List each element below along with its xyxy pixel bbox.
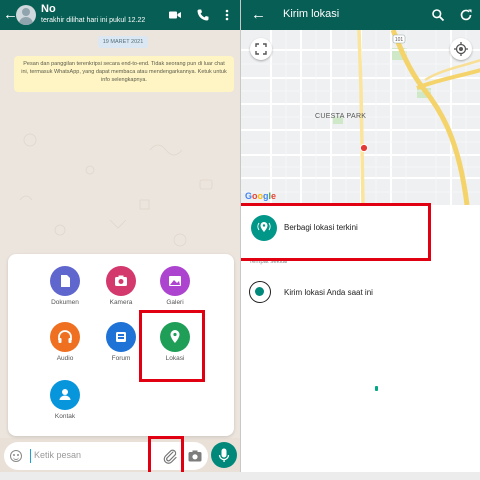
send-current-location-label: Kirim lokasi Anda saat ini — [284, 288, 373, 297]
search-icon[interactable] — [431, 8, 445, 22]
contact-icon — [50, 380, 80, 410]
refresh-icon[interactable] — [459, 8, 473, 22]
encryption-notice[interactable]: Pesan dan panggilan terenkripsi secara e… — [14, 56, 234, 92]
attach-location[interactable]: Lokasi — [150, 322, 200, 362]
attach-camera[interactable]: Kamera — [96, 266, 146, 306]
attach-label: Forum — [111, 355, 131, 362]
more-options-icon[interactable] — [220, 8, 234, 22]
page-title: Kirim lokasi — [283, 8, 340, 20]
attach-label: Kontak — [54, 413, 76, 420]
share-live-location-item[interactable]: Berbagi lokasi terkini — [251, 213, 477, 243]
attach-contact[interactable]: Kontak — [40, 380, 90, 420]
attach-label: Kamera — [109, 299, 133, 306]
attach-forum[interactable]: Forum — [96, 322, 146, 362]
attachment-menu: Dokumen Kamera Galeri Audio Forum Lokasi… — [8, 254, 234, 436]
text-cursor — [30, 449, 31, 463]
camera-icon[interactable] — [188, 450, 202, 462]
share-live-location-label: Berbagi lokasi terkini — [284, 223, 358, 232]
camera-icon — [106, 266, 136, 296]
bottom-strip — [0, 472, 480, 480]
road-shield-label: 101 — [395, 37, 404, 43]
chat-pane: ← No terakhir dilihat hari ini pukul 12.… — [0, 0, 240, 480]
date-chip: 19 MARET 2021 — [98, 36, 148, 48]
fullscreen-icon — [255, 43, 267, 55]
loading-indicator — [375, 386, 378, 391]
attach-label: Galeri — [166, 299, 184, 306]
send-location-pane: ← Kirim lokasi 101 CUESTA PARK Google Be… — [240, 0, 480, 480]
back-arrow-icon[interactable]: ← — [251, 6, 266, 24]
my-location-button[interactable] — [450, 38, 472, 60]
gallery-icon — [160, 266, 190, 296]
crosshair-icon — [454, 42, 468, 56]
send-location-header: ← Kirim lokasi — [241, 0, 480, 30]
mic-button[interactable] — [211, 442, 237, 468]
attach-paperclip-icon[interactable] — [162, 448, 178, 464]
location-map[interactable]: 101 CUESTA PARK — [241, 30, 480, 205]
attach-gallery[interactable]: Galeri — [150, 266, 200, 306]
nearby-places-label: Tempat sekitar — [249, 259, 289, 265]
phone-call-icon[interactable] — [196, 8, 210, 22]
message-input-bar[interactable]: Ketik pesan — [4, 442, 208, 470]
message-placeholder[interactable]: Ketik pesan — [34, 450, 81, 460]
headphones-icon — [50, 322, 80, 352]
emoji-icon[interactable] — [10, 450, 22, 462]
map-street-label: CUESTA PARK — [315, 113, 366, 120]
back-arrow-icon[interactable]: ← — [3, 6, 18, 24]
attach-label: Audio — [56, 355, 74, 362]
current-location-icon — [249, 281, 271, 303]
contact-name[interactable]: No — [41, 3, 56, 15]
location-pin-icon — [160, 322, 190, 352]
attach-document[interactable]: Dokumen — [40, 266, 90, 306]
chat-header: ← No terakhir dilihat hari ini pukul 12.… — [0, 0, 240, 30]
fullscreen-button[interactable] — [250, 38, 272, 60]
avatar[interactable] — [16, 5, 36, 25]
mic-icon — [218, 448, 230, 462]
last-seen-status: terakhir dilihat hari ini pukul 12.22 — [41, 17, 146, 24]
attach-audio[interactable]: Audio — [40, 322, 90, 362]
attach-label: Lokasi — [165, 355, 185, 362]
send-current-location-item[interactable]: Kirim lokasi Anda saat ini — [247, 280, 473, 306]
video-call-icon[interactable] — [168, 8, 182, 22]
document-icon — [50, 266, 80, 296]
live-location-icon — [251, 215, 277, 241]
attach-label: Dokumen — [51, 299, 79, 306]
forum-icon — [106, 322, 136, 352]
google-logo: Google — [245, 191, 277, 201]
map-tiles: 101 CUESTA PARK — [241, 30, 480, 205]
